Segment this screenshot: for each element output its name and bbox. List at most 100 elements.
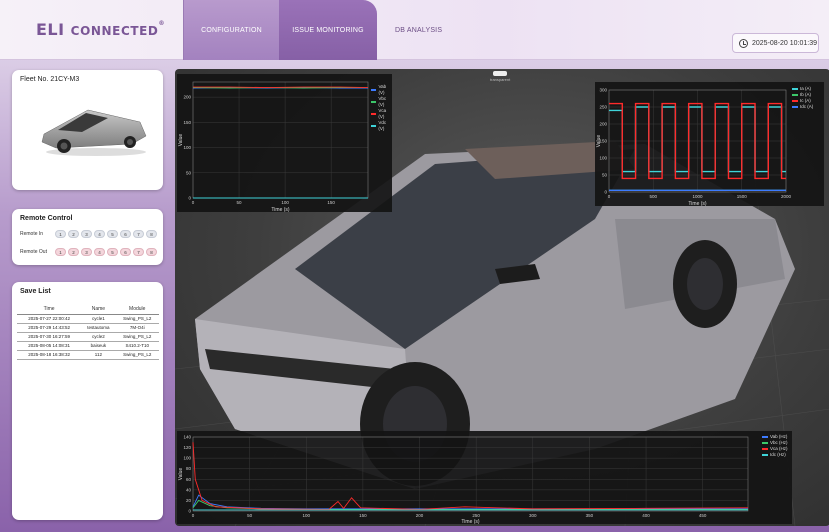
remote-in-button-4[interactable]: 4 (94, 230, 105, 238)
row-name: cycle1 (81, 314, 116, 324)
legend-label: Vbc (V) (378, 96, 387, 107)
current-chart: 0 500 1000 1500 2000 0 50 100 150 200 250 300 Time (… (595, 82, 824, 206)
x-tick-label: 100 (281, 200, 289, 205)
y-tick-label: 200 (183, 95, 191, 100)
transparency-toggle[interactable]: transparent (490, 71, 510, 82)
save-list-table: Time Name Module 2025-07-27 22:00:42 cyc… (17, 304, 159, 360)
remote-in-button-3[interactable]: 3 (81, 230, 92, 238)
y-tick-label: 200 (599, 122, 607, 127)
remote-control-title: Remote Control (20, 215, 73, 222)
row-module: Swing_PS_L2 (115, 332, 159, 342)
plot-frame (192, 81, 369, 199)
x-axis-label: Time (s) (461, 519, 479, 524)
remote-control-card: Remote Control Remote In 1 2 3 4 5 6 7 8… (12, 209, 163, 265)
remote-out-button-3[interactable]: 3 (81, 248, 92, 256)
y-axis-label: Value (178, 468, 184, 481)
datetime-display: 2025-08-20 10:01:39 (732, 33, 819, 53)
table-header-row: Time Name Module (17, 304, 159, 315)
x-tick-label: 1000 (692, 194, 703, 199)
logo-registered-mark: ® (158, 20, 165, 27)
current-chart-legend: Ia (A) Ib (A) Ic (A) Idc (A) (792, 86, 813, 110)
row-time: 2025-08-05 14:08:31 (17, 341, 82, 351)
row-module: 7M-O4i (115, 323, 159, 333)
transparency-label: transparent (490, 77, 511, 82)
series-line-vca-hz (192, 442, 749, 510)
legend-swatch (762, 448, 768, 450)
remote-out-button-5[interactable]: 5 (107, 248, 118, 256)
y-tick-label: 60 (186, 477, 192, 482)
legend-label: Vab (V) (378, 84, 387, 95)
table-row[interactable]: 2025-07-30 16:27:59 cycle2 Swing_PS_L2 (17, 332, 159, 342)
remote-out-button-4[interactable]: 4 (94, 248, 105, 256)
row-time: 2025-07-30 16:27:59 (17, 332, 82, 342)
legend-entry: Idc (A) (792, 104, 813, 110)
row-name: testautoma (81, 323, 116, 333)
row-time: 2025-08-18 16:38:32 (17, 350, 82, 360)
tab-db-analysis[interactable]: DB ANALYSIS (377, 0, 457, 60)
table-row[interactable]: 2025-08-18 16:38:32 112 Swing_PS_L2 (17, 350, 159, 360)
y-tick-label: 20 (186, 498, 192, 503)
table-row[interactable]: 2025-07-29 14:43:52 testautoma 7M-O4i (17, 323, 159, 333)
app-header: ELI CONNECTED® CONFIGURATION ISSUE MONIT… (0, 0, 829, 60)
legend-swatch (792, 94, 798, 96)
remote-in-button-8[interactable]: 8 (146, 230, 157, 238)
remote-out-button-8[interactable]: 8 (146, 248, 157, 256)
tab-issue-monitoring[interactable]: ISSUE MONITORING (279, 0, 377, 60)
frequency-chart-legend: Vab (Hz) Vbc (Hz) Vca (Hz) Idc (Hz) (762, 434, 788, 458)
legend-swatch (371, 113, 377, 115)
y-tick-label: 100 (183, 456, 191, 461)
legend-swatch (762, 442, 768, 444)
remote-in-button-5[interactable]: 5 (107, 230, 118, 238)
tab-configuration[interactable]: CONFIGURATION (183, 0, 279, 60)
x-tick-label: 350 (586, 513, 594, 518)
x-tick-label: 250 (472, 513, 480, 518)
y-tick-label: 250 (599, 105, 607, 110)
row-module: Swing_PS_L2 (115, 350, 159, 360)
current-chart-svg: 0 500 1000 1500 2000050100150200250300Time (… (596, 88, 792, 207)
remote-in-row: Remote In 1 2 3 4 5 6 7 8 (20, 230, 157, 238)
remote-out-button-6[interactable]: 6 (120, 248, 131, 256)
table-row[interactable]: 2025-08-05 14:08:31 baiseuk S410.2-T10 (17, 341, 159, 351)
logo-primary: ELI (36, 20, 65, 39)
x-tick-label: 450 (699, 513, 707, 518)
row-name: 112 (81, 350, 116, 360)
y-tick-label: 80 (186, 466, 192, 471)
remote-out-button-2[interactable]: 2 (68, 248, 79, 256)
legend-entry: Vab (V) (371, 84, 392, 96)
x-tick-label: 400 (642, 513, 650, 518)
remote-in-button-6[interactable]: 6 (120, 230, 131, 238)
vehicle-thumbnail (41, 109, 147, 156)
frequency-chart: 0 50 100 150 200 250 300 350 400 450 0 20 40 60 80 100 1… (177, 431, 792, 524)
legend-swatch (792, 100, 798, 102)
remote-out-button-7[interactable]: 7 (133, 248, 144, 256)
row-name: baiseuk (81, 341, 116, 351)
remote-in-button-7[interactable]: 7 (133, 230, 144, 238)
legend-entry: Idc (Hz) (762, 452, 788, 458)
legend-label: Idc (Hz) (770, 452, 786, 457)
table-row[interactable]: 2025-07-27 22:00:42 cycle1 Swing_PS_L2 (17, 314, 159, 324)
remote-in-label: Remote In (20, 231, 44, 237)
vehicle-3d-viewport[interactable]: transparent 0 50 100 150 0 50 100 150 200 Time (s… (175, 69, 829, 526)
row-module: S410.2-T10 (115, 341, 159, 351)
row-name: cycle2 (81, 332, 116, 342)
y-tick-label: 50 (602, 173, 608, 178)
column-header-name: Name (81, 304, 116, 315)
fleet-card: Fleet No. 21CY-M3 (12, 70, 163, 190)
app-logo[interactable]: ELI CONNECTED® (36, 20, 165, 39)
legend-swatch (371, 125, 377, 127)
x-tick-label: 50 (237, 200, 243, 205)
y-tick-label: 50 (186, 170, 192, 175)
x-tick-label: 300 (529, 513, 537, 518)
voltage-chart: 0 50 100 150 0 50 100 150 200 Time (s) Value Vab (… (177, 74, 392, 212)
x-tick-label: 0 (192, 513, 195, 518)
remote-in-button-2[interactable]: 2 (68, 230, 79, 238)
remote-in-button-1[interactable]: 1 (55, 230, 66, 238)
column-header-module: Module (115, 304, 159, 315)
y-tick-label: 100 (183, 145, 191, 150)
legend-entry: Vca (V) (371, 108, 392, 120)
logo-secondary: CONNECTED (70, 24, 159, 38)
x-tick-label: 200 (416, 513, 424, 518)
series-line-vca-v (193, 86, 369, 88)
x-tick-label: 150 (327, 200, 335, 205)
remote-out-button-1[interactable]: 1 (55, 248, 66, 256)
